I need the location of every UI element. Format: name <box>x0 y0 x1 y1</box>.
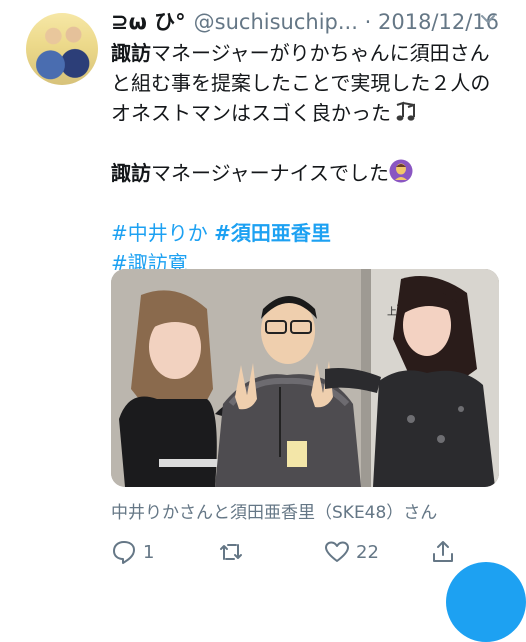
reply-button[interactable]: 1 <box>111 538 154 566</box>
compose-fab[interactable] <box>446 562 526 642</box>
hashtag-nakai-rika[interactable]: #中井りか <box>111 221 208 245</box>
text-line-2: と組む事を提案したことで実現した２人の <box>111 71 491 95</box>
reply-count: 1 <box>143 541 155 563</box>
text-bold-suwa-1: 諏訪 <box>111 41 151 65</box>
retweet-button[interactable] <box>218 538 250 566</box>
person-bowing-icon <box>389 159 413 183</box>
tweet-photo[interactable]: 上手3 <box>111 269 499 487</box>
music-notes-icon <box>396 101 415 121</box>
chevron-down-icon[interactable] <box>481 12 495 26</box>
tweet-text: 諏訪マネージャーがりかちゃんに須田さん と組む事を提案したことで実現した２人の … <box>111 38 516 278</box>
like-icon <box>325 541 349 562</box>
user-handle[interactable]: @suchisuchip... <box>194 10 358 34</box>
separator-dot: · <box>364 10 372 34</box>
reply-icon <box>113 541 135 564</box>
share-button[interactable] <box>430 538 462 566</box>
share-icon <box>433 541 453 562</box>
text-line-3: オネストマンはスゴく良かった <box>111 101 391 125</box>
like-count: 22 <box>356 541 379 563</box>
photo-caption: 中井りかさんと須田亜香里（SKE48）さん <box>111 503 438 523</box>
avatar[interactable] <box>26 13 98 85</box>
display-name[interactable]: ⊇ω ひ° <box>111 10 186 34</box>
photo-scene: 上手3 <box>111 269 499 487</box>
hashtag-suda-akari[interactable]: #須田亜香里 <box>214 221 331 245</box>
retweet-icon <box>220 544 242 560</box>
like-button[interactable]: 22 <box>324 538 379 566</box>
text-line-1: マネージャーがりかちゃんに須田さん <box>151 41 490 65</box>
text-bold-suwa-2: 諏訪 <box>111 161 151 185</box>
tweet-header: ⊇ω ひ° @suchisuchip... · 2018/12/16 <box>111 8 511 36</box>
text-line-4: マネージャーナイスでした <box>151 161 389 185</box>
